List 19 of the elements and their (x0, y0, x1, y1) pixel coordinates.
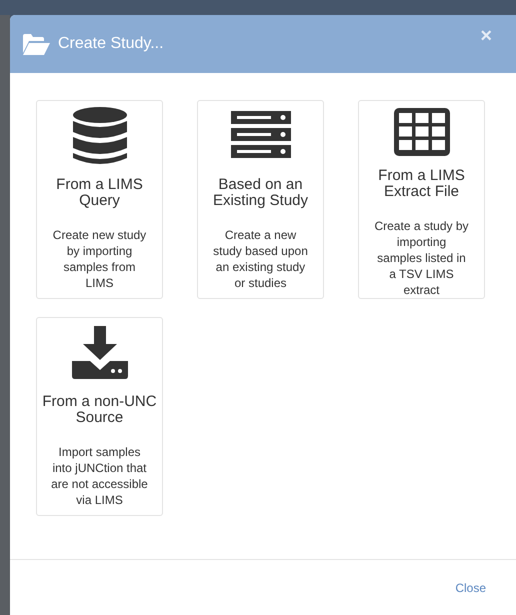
dialog-title: Create Study... (58, 35, 165, 53)
folder-icon (23, 34, 50, 54)
card-description: Import samples into jUNCtion that are not accessible via LIMS (50, 444, 149, 508)
card-description: Create a new study based upon an existing study or studies (212, 227, 309, 291)
server-icon (230, 111, 290, 161)
table-icon (394, 108, 450, 156)
close-button[interactable]: Close (455, 576, 486, 598)
option-card[interactable]: Based on an Existing Study Create a new study based upon an existing study or studies (197, 100, 324, 299)
card-description: Create a study by importing samples listed in a TSV LIMS extract (373, 218, 470, 298)
card-title: From a non-UNC Source (41, 394, 158, 426)
database-icon (72, 106, 128, 166)
card-title: Based on an Existing Study (212, 177, 310, 209)
card-title: From a LIMS Extract File (377, 168, 466, 200)
option-card[interactable]: From a LIMS Query Create new study by importing samples from LIMS (36, 100, 163, 299)
option-card[interactable]: From a non-UNC Source Import samples into jUNCtion that are not accessible via LIMS (36, 317, 163, 516)
card-title: From a LIMS Query (55, 177, 144, 209)
option-card[interactable]: From a LIMS Extract File Create a study by importing samples listed in a TSV LIMS extract (358, 100, 485, 299)
download-icon (72, 326, 128, 380)
card-description: Create new study by importing samples from LIMS (52, 227, 148, 291)
